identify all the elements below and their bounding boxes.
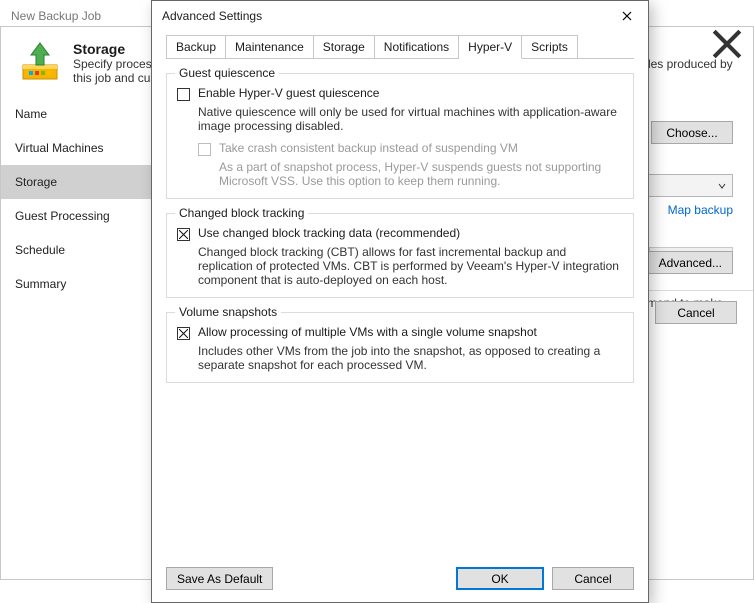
enable-quiescence-label: Enable Hyper-V guest quiescence xyxy=(198,86,379,100)
close-icon xyxy=(711,28,743,60)
use-cbt-desc: Changed block tracking (CBT) allows for … xyxy=(198,245,623,287)
advanced-button[interactable]: Advanced... xyxy=(648,251,733,274)
crash-consistent-desc: As a part of snapshot process, Hyper-V s… xyxy=(219,160,623,188)
dialog-footer: Save As Default OK Cancel xyxy=(152,557,648,602)
nav-item-storage[interactable]: Storage xyxy=(1,165,157,199)
crash-consistent-label: Take crash consistent backup instead of … xyxy=(219,141,518,155)
wizard-cancel-button[interactable]: Cancel xyxy=(655,301,737,324)
tab-hyper-v[interactable]: Hyper-V xyxy=(459,35,522,59)
chevron-down-icon xyxy=(718,182,726,190)
close-icon xyxy=(622,11,632,21)
group-legend: Volume snapshots xyxy=(175,305,281,319)
enable-quiescence-checkbox[interactable] xyxy=(177,88,190,101)
use-cbt-label: Use changed block tracking data (recomme… xyxy=(198,226,460,240)
nav-item-summary[interactable]: Summary xyxy=(1,267,157,301)
nav-item-schedule[interactable]: Schedule xyxy=(1,233,157,267)
wizard-close-button[interactable] xyxy=(711,33,743,55)
tab-scripts[interactable]: Scripts xyxy=(522,35,578,58)
crash-consistent-checkbox xyxy=(198,143,211,156)
use-cbt-checkbox[interactable] xyxy=(177,228,190,241)
group-legend: Guest quiescence xyxy=(175,66,279,80)
choose-button[interactable]: Choose... xyxy=(651,121,733,144)
dialog-title: Advanced Settings xyxy=(162,9,610,23)
nav-item-guest-processing[interactable]: Guest Processing xyxy=(1,199,157,233)
dialog-cancel-button[interactable]: Cancel xyxy=(552,567,634,590)
nav-item-virtual-machines[interactable]: Virtual Machines xyxy=(1,131,157,165)
enable-quiescence-desc: Native quiescence will only be used for … xyxy=(198,105,623,133)
wizard-nav: NameVirtual MachinesStorageGuest Process… xyxy=(1,93,157,334)
group-volume-snapshots: Volume snapshots Allow processing of mul… xyxy=(166,312,634,383)
dialog-close-button[interactable] xyxy=(610,5,644,27)
allow-multi-vm-label: Allow processing of multiple VMs with a … xyxy=(198,325,537,339)
allow-multi-vm-checkbox[interactable] xyxy=(177,327,190,340)
advanced-settings-dialog: Advanced Settings BackupMaintenanceStora… xyxy=(151,0,649,603)
tab-backup[interactable]: Backup xyxy=(166,35,226,58)
group-guest-quiescence: Guest quiescence Enable Hyper-V guest qu… xyxy=(166,73,634,199)
tab-storage[interactable]: Storage xyxy=(314,35,375,58)
nav-item-name[interactable]: Name xyxy=(1,97,157,131)
tab-notifications[interactable]: Notifications xyxy=(375,35,459,58)
storage-icon xyxy=(19,41,61,83)
tab-maintenance[interactable]: Maintenance xyxy=(226,35,314,58)
ok-button[interactable]: OK xyxy=(456,567,544,590)
group-legend: Changed block tracking xyxy=(175,206,308,220)
wizard-window-title: New Backup Job xyxy=(11,9,101,23)
group-cbt: Changed block tracking Use changed block… xyxy=(166,213,634,298)
tab-strip: BackupMaintenanceStorageNotificationsHyp… xyxy=(166,35,634,59)
allow-multi-vm-desc: Includes other VMs from the job into the… xyxy=(198,344,623,372)
save-as-default-button[interactable]: Save As Default xyxy=(166,567,273,590)
dialog-titlebar: Advanced Settings xyxy=(152,1,648,31)
